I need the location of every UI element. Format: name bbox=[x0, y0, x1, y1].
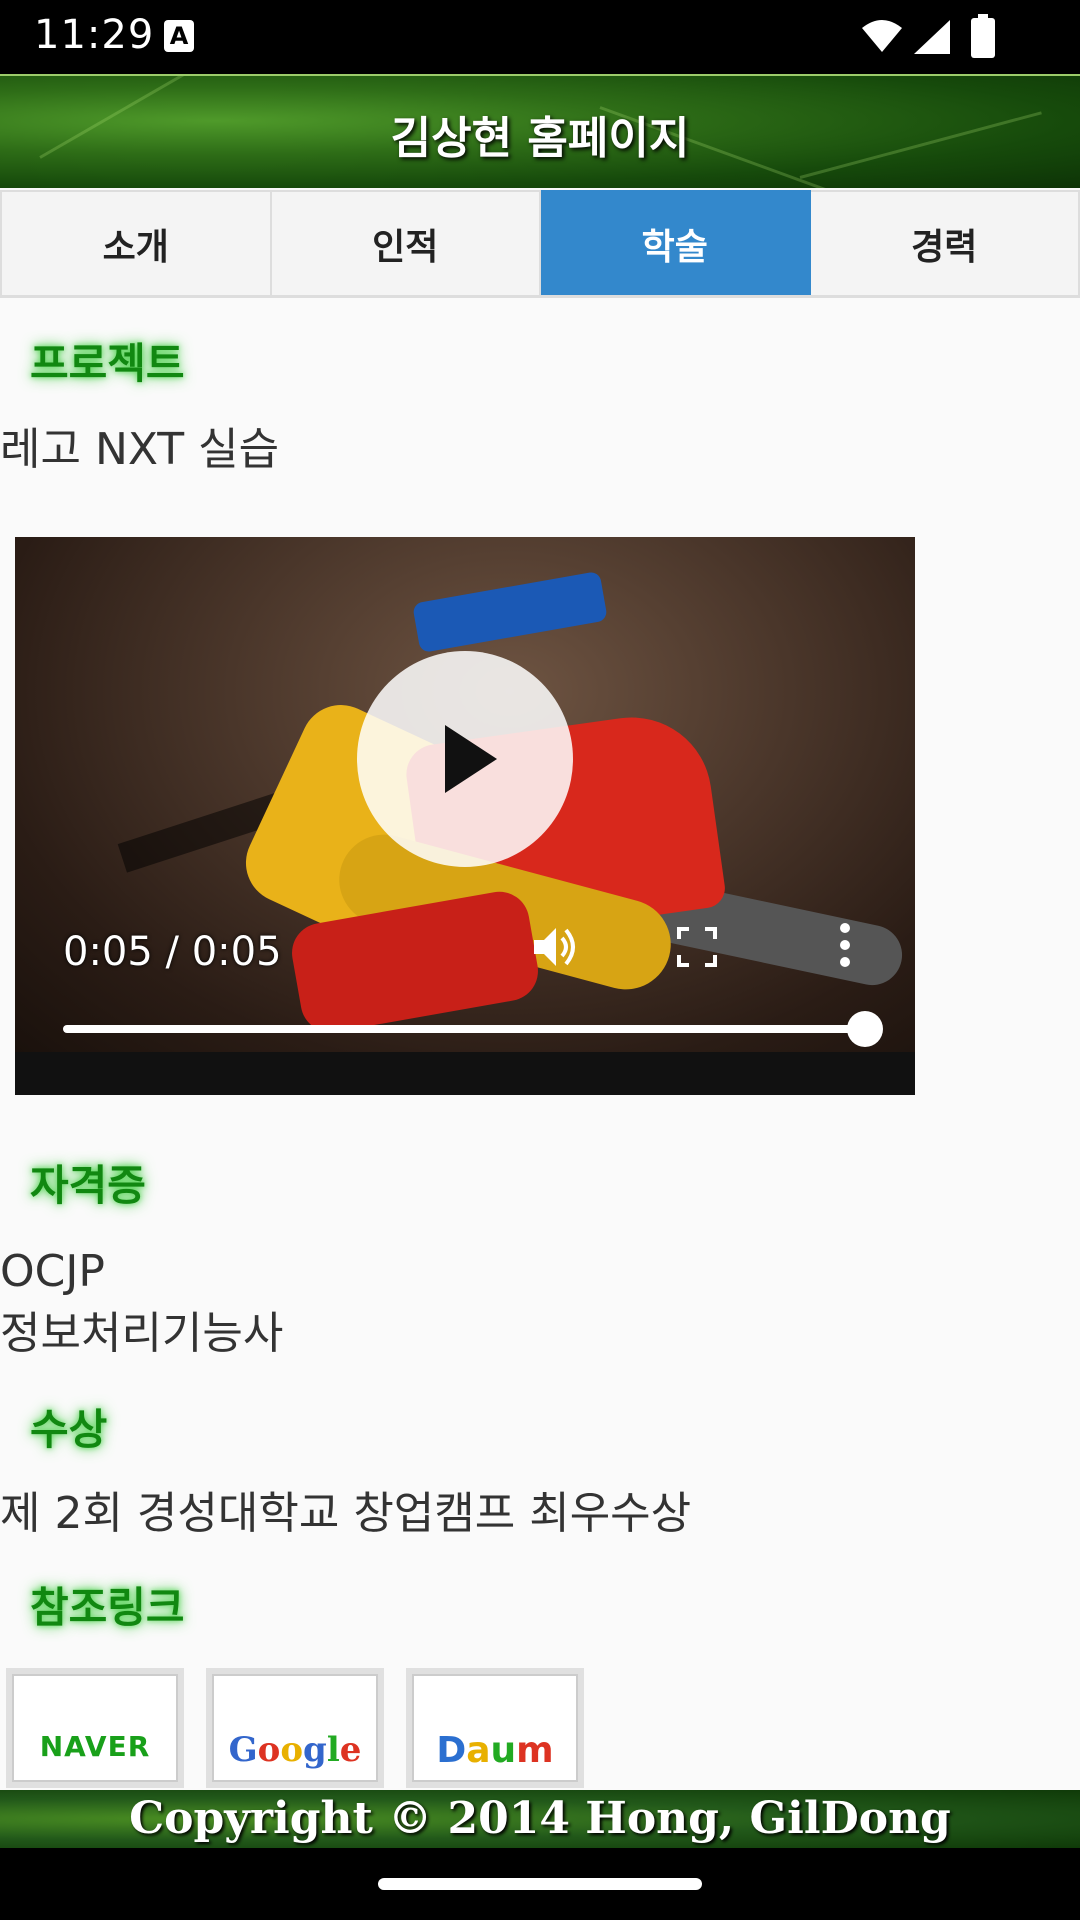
copyright-text: Copyright © 2014 Hong, GilDong bbox=[129, 1793, 951, 1844]
site-footer: Copyright © 2014 Hong, GilDong bbox=[0, 1790, 1080, 1848]
status-bar: 11:29 A bbox=[0, 0, 1080, 74]
daum-link[interactable]: Daum bbox=[406, 1668, 584, 1788]
system-nav-bar bbox=[0, 1848, 1080, 1920]
wifi-icon bbox=[862, 20, 902, 52]
home-gesture-handle[interactable] bbox=[378, 1878, 702, 1890]
video-progress-track[interactable] bbox=[63, 1025, 863, 1033]
keyboard-notification-icon: A bbox=[164, 20, 194, 52]
fullscreen-icon[interactable] bbox=[675, 925, 719, 969]
tab-intro[interactable]: 소개 bbox=[0, 190, 272, 295]
google-link[interactable]: Google bbox=[206, 1668, 384, 1788]
video-player[interactable]: 0:05 / 0:05 bbox=[15, 537, 915, 1095]
tab-academic[interactable]: 학술 bbox=[541, 190, 811, 295]
section-title-award: 수상 bbox=[30, 1405, 108, 1454]
video-time: 0:05 / 0:05 bbox=[63, 929, 282, 975]
award-text: 제 2회 경성대학교 창업캠프 최우수상 bbox=[0, 1488, 692, 1539]
status-time: 11:29 bbox=[34, 12, 155, 58]
video-progress-knob[interactable] bbox=[847, 1011, 883, 1047]
play-button[interactable] bbox=[357, 651, 573, 867]
google-logo: Google bbox=[228, 1730, 362, 1770]
battery-icon bbox=[971, 14, 995, 58]
site-header: 김상현 홈페이지 bbox=[0, 74, 1080, 188]
section-title-links: 참조링크 bbox=[30, 1583, 185, 1632]
section-title-project: 프로젝트 bbox=[30, 339, 185, 388]
daum-logo: Daum bbox=[436, 1730, 554, 1771]
volume-icon[interactable] bbox=[530, 922, 580, 972]
certificate-item: 정보처리기능사 bbox=[0, 1308, 284, 1359]
project-text: 레고 NXT 실습 bbox=[0, 424, 280, 475]
site-title: 김상현 홈페이지 bbox=[390, 113, 690, 164]
tab-personal[interactable]: 인적 bbox=[271, 190, 541, 295]
more-options-icon[interactable] bbox=[835, 920, 855, 970]
certificate-item: OCJP bbox=[0, 1246, 105, 1297]
tab-career[interactable]: 경력 bbox=[810, 190, 1080, 295]
section-title-certificate: 자격증 bbox=[30, 1161, 146, 1210]
play-icon bbox=[445, 725, 497, 793]
tab-bar: 소개 인적 학술 경력 bbox=[0, 190, 1080, 298]
naver-link[interactable]: NAVER bbox=[6, 1668, 184, 1788]
naver-logo: NAVER bbox=[39, 1730, 151, 1763]
signal-icon bbox=[914, 20, 950, 54]
